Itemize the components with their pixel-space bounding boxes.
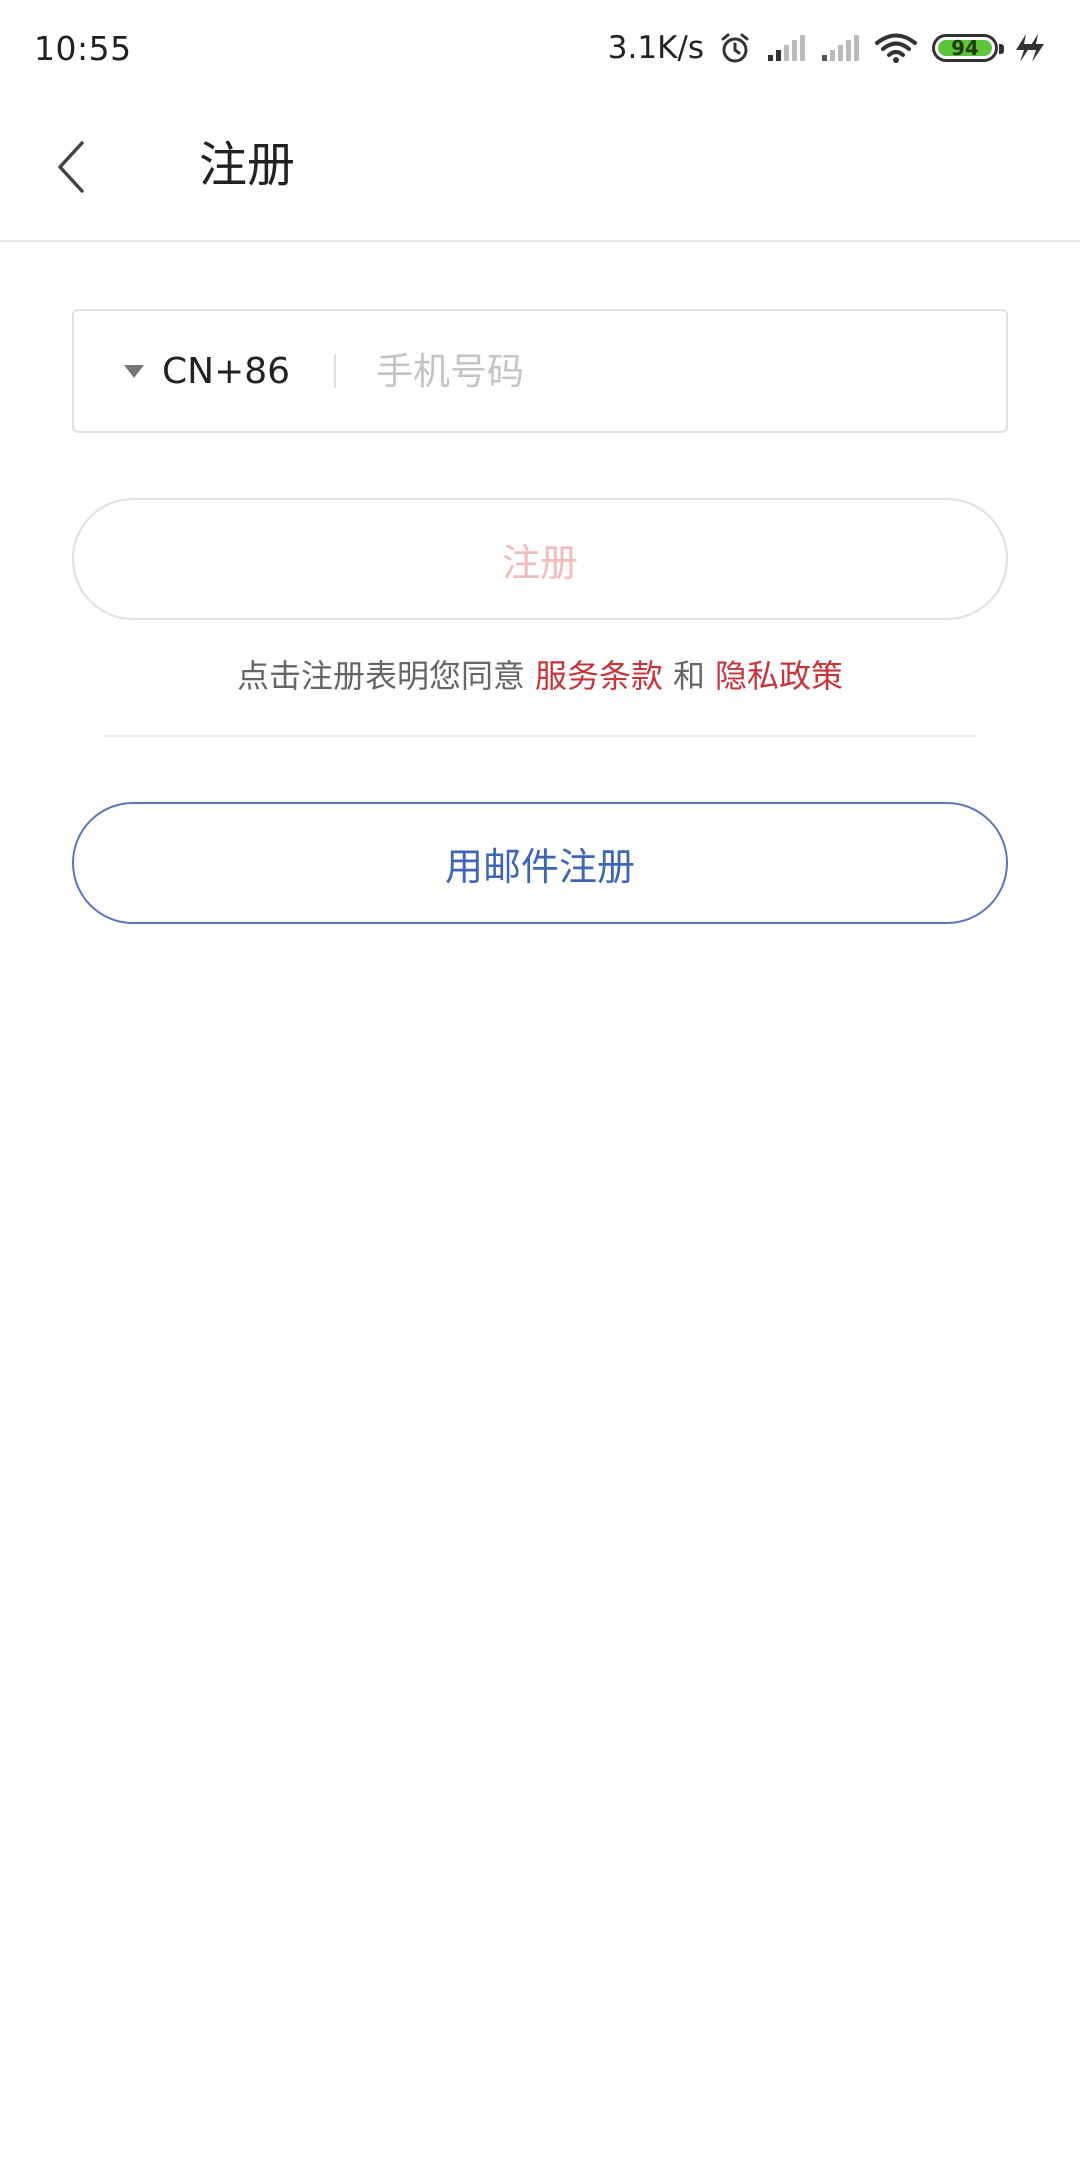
page-title: 注册 bbox=[199, 137, 296, 193]
battery-icon: 94 bbox=[932, 34, 1004, 62]
network-speed: 3.1K/s bbox=[607, 30, 704, 66]
charging-icon bbox=[1012, 32, 1046, 64]
country-code: CN+86 bbox=[162, 350, 291, 392]
status-right-group: 3.1K/s 94 bbox=[608, 30, 1046, 66]
signal-icon bbox=[820, 33, 860, 63]
battery-level: 94 bbox=[951, 36, 979, 60]
signal-icon bbox=[766, 33, 806, 63]
phone-input-box: CN+86 bbox=[72, 309, 1008, 433]
agreement-prefix: 点击注册表明您同意 bbox=[236, 657, 525, 695]
agreement-and: 和 bbox=[673, 657, 706, 695]
header-bar: 注册 bbox=[0, 96, 1080, 242]
agreement-text: 点击注册表明您同意 服务条款和隐私政策 bbox=[0, 652, 1080, 700]
terms-of-service-link[interactable]: 服务条款 bbox=[535, 657, 663, 695]
wifi-icon bbox=[874, 32, 918, 64]
phone-number-input[interactable] bbox=[376, 349, 977, 393]
register-button[interactable]: 注册 bbox=[72, 498, 1008, 620]
input-divider bbox=[334, 354, 337, 388]
country-code-selector[interactable]: CN+86 bbox=[74, 311, 290, 431]
triangle-down-icon bbox=[124, 364, 144, 378]
email-register-button[interactable]: 用邮件注册 bbox=[72, 802, 1008, 924]
section-divider bbox=[104, 735, 976, 737]
status-time: 10:55 bbox=[34, 28, 132, 68]
chevron-left-icon bbox=[58, 141, 84, 193]
status-bar: 10:55 3.1K/s 94 bbox=[0, 0, 1080, 96]
privacy-policy-link[interactable]: 隐私政策 bbox=[715, 657, 843, 695]
alarm-icon bbox=[718, 31, 752, 65]
back-button[interactable] bbox=[36, 132, 106, 202]
